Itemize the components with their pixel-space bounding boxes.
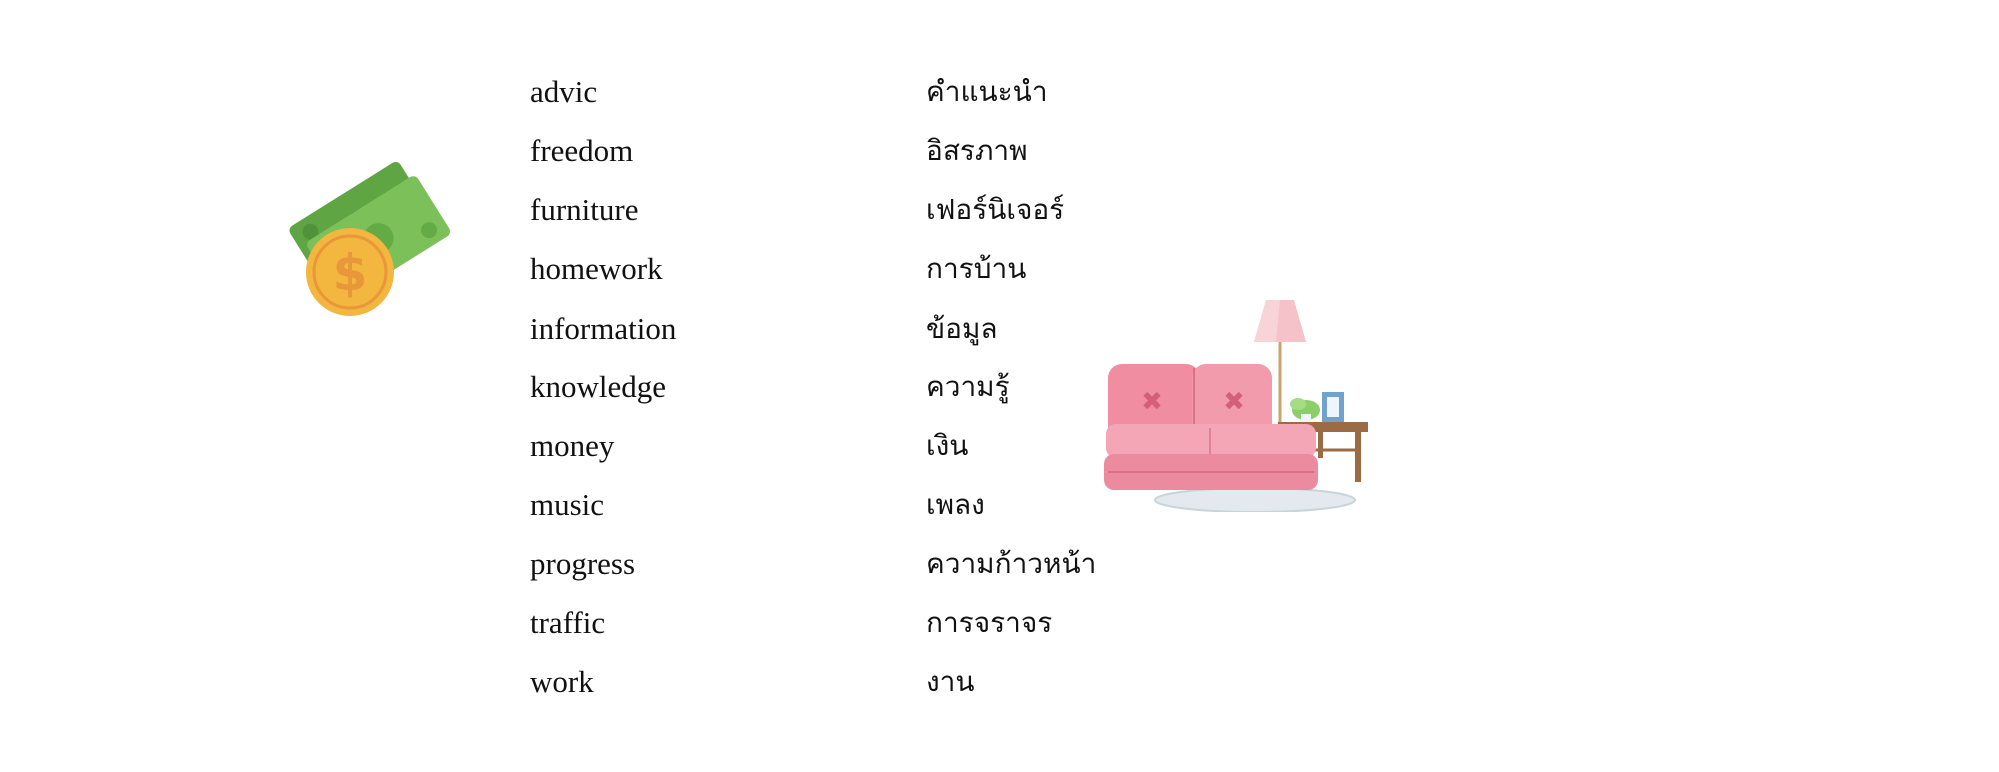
- sofa-button: ✖: [1223, 387, 1245, 417]
- sofa-button: ✖: [1141, 387, 1163, 417]
- english-word: traffic: [530, 605, 606, 640]
- coin: $: [306, 228, 394, 316]
- vocab-row: homework การบ้าน: [0, 240, 1400, 298]
- thai-translation: การจราจร: [926, 606, 1053, 639]
- thai-translation: อิสรภาพ: [926, 134, 1028, 167]
- thai-translation: งาน: [926, 665, 975, 698]
- english-word: homework: [530, 251, 663, 286]
- english-word: knowledge: [530, 369, 667, 404]
- english-word: freedom: [530, 133, 634, 168]
- money-bills-coin-icon: $: [272, 150, 452, 320]
- english-word: money: [530, 428, 615, 463]
- thai-translation: ความก้าวหน้า: [926, 547, 1097, 580]
- thai-translation: เพลง: [926, 488, 985, 521]
- dollar-sign: $: [333, 244, 368, 302]
- english-word: music: [530, 487, 605, 522]
- vocab-row: work งาน: [0, 653, 1400, 711]
- money-bills-coin-svg: $: [289, 162, 450, 316]
- thai-translation: คำแนะนำ: [926, 75, 1048, 108]
- sofa: ✖ ✖: [1104, 364, 1318, 490]
- english-word: work: [530, 664, 594, 699]
- thai-translation: เงิน: [926, 429, 969, 462]
- vocab-row: freedom อิสรภาพ: [0, 122, 1400, 180]
- thai-translation: ข้อมูล: [926, 312, 998, 345]
- thai-translation: เฟอร์นิเจอร์: [926, 193, 1065, 226]
- sofa-lamp-table-svg: ✖ ✖: [1104, 300, 1368, 513]
- vocabulary-list: advic คำแนะนำ freedom อิสรภาพ furniture …: [0, 0, 1999, 772]
- vocabulary-page: advic คำแนะนำ freedom อิสรภาพ furniture …: [0, 0, 1999, 772]
- vocab-row: traffic การจราจร: [0, 594, 1400, 652]
- vocab-row: furniture เฟอร์นิเจอร์: [0, 181, 1400, 239]
- english-word: furniture: [530, 192, 639, 227]
- rug: [1154, 487, 1356, 513]
- vocab-row: advic คำแนะนำ: [0, 63, 1400, 121]
- thai-translation: การบ้าน: [926, 252, 1027, 285]
- english-word: advic: [530, 74, 598, 109]
- english-word: progress: [530, 546, 636, 581]
- english-word: information: [530, 311, 677, 346]
- thai-translation: ความรู้: [926, 370, 1010, 403]
- sofa-lamp-table-icon: ✖ ✖: [1100, 292, 1370, 513]
- vocab-row: progress ความก้าวหน้า: [0, 535, 1400, 593]
